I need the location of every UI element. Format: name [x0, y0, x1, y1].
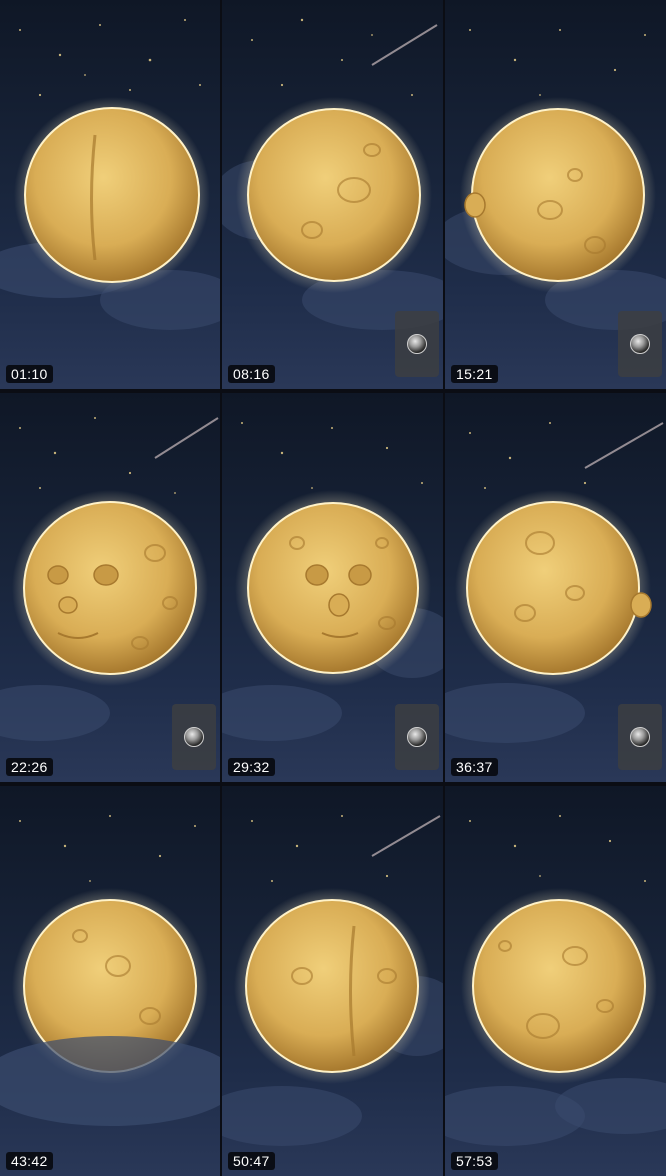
cloud	[445, 683, 585, 743]
frame-3[interactable]: 15:21	[445, 0, 666, 389]
camera-lens-icon	[630, 334, 650, 354]
cloud	[222, 1086, 362, 1146]
stars	[19, 417, 176, 494]
camera-lens-icon	[630, 727, 650, 747]
moon	[247, 502, 419, 674]
camera-lens-icon	[407, 727, 427, 747]
timestamp: 43:42	[6, 1152, 53, 1170]
stars	[251, 815, 389, 882]
stars	[251, 18, 413, 96]
moon	[24, 107, 200, 283]
timestamp: 36:37	[451, 758, 498, 776]
timestamp: 08:16	[228, 365, 275, 383]
camera-lens-icon	[407, 334, 427, 354]
stars	[19, 815, 196, 882]
moon-nose	[328, 593, 350, 617]
stars	[469, 815, 646, 882]
frame-1[interactable]: 01:10	[0, 0, 220, 389]
comet	[584, 422, 664, 469]
moon-scene	[0, 815, 220, 1126]
video-frame-grid: 01:10 08:16 15:21 22:26 29:32 36:37 43:4…	[0, 0, 666, 1176]
frame-4[interactable]: 22:26	[0, 393, 220, 782]
moon	[471, 108, 645, 282]
moon	[247, 108, 421, 282]
frame-5[interactable]: 29:32	[222, 393, 443, 782]
frame-9[interactable]: 57:53	[445, 786, 666, 1176]
camera-button[interactable]	[618, 704, 662, 770]
moon	[245, 899, 419, 1073]
moon-nose	[630, 592, 652, 618]
cloud	[222, 685, 342, 741]
timestamp: 15:21	[451, 365, 498, 383]
moon-nose	[464, 192, 486, 218]
camera-button[interactable]	[395, 311, 439, 377]
comet	[371, 24, 438, 66]
camera-button[interactable]	[395, 704, 439, 770]
stars	[19, 19, 201, 97]
camera-button[interactable]	[618, 311, 662, 377]
comet	[154, 417, 219, 459]
moon-scene	[222, 815, 443, 1146]
moon-eye-left	[47, 565, 69, 585]
timestamp: 29:32	[228, 758, 275, 776]
timestamp: 57:53	[451, 1152, 498, 1170]
moon-eye-right	[348, 564, 372, 586]
frame-6[interactable]: 36:37	[445, 393, 666, 782]
moon-nose	[58, 596, 78, 614]
frame-2[interactable]: 08:16	[222, 0, 443, 389]
moon	[23, 501, 197, 675]
camera-button[interactable]	[172, 704, 216, 770]
stars	[469, 29, 646, 96]
stars	[469, 422, 587, 489]
frame-8[interactable]: 50:47	[222, 786, 443, 1176]
cloud	[0, 685, 110, 741]
moon-eye-left	[305, 564, 329, 586]
moon	[472, 899, 646, 1073]
timestamp: 50:47	[228, 1152, 275, 1170]
moon-scene	[445, 815, 666, 1146]
cloud	[0, 1036, 220, 1126]
timestamp: 01:10	[6, 365, 53, 383]
stars	[241, 422, 423, 489]
moon-scene	[0, 19, 220, 330]
timestamp: 22:26	[6, 758, 53, 776]
moon-eye-right	[93, 564, 119, 586]
frame-7[interactable]: 43:42	[0, 786, 220, 1176]
moon	[466, 501, 640, 675]
camera-lens-icon	[184, 727, 204, 747]
comet	[371, 815, 441, 857]
